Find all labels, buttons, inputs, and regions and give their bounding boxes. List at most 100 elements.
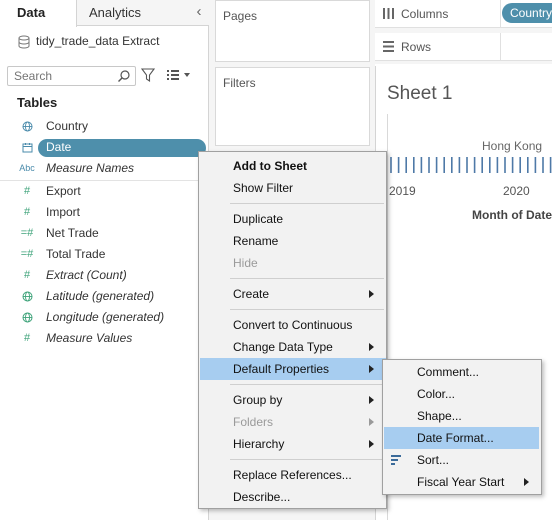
submenu-arrow-icon — [369, 343, 374, 351]
hash-icon: # — [23, 332, 31, 344]
menu-add-to-sheet[interactable]: Add to Sheet — [200, 155, 386, 177]
hash-icon: # — [23, 269, 31, 281]
column-header-hong-kong: Hong Kong — [482, 139, 543, 153]
menu-create[interactable]: Create — [200, 283, 386, 305]
menu-convert-to-continuous[interactable]: Convert to Continuous — [200, 314, 386, 336]
menu-label: Fiscal Year Start — [417, 475, 505, 489]
menu-duplicate[interactable]: Duplicate — [200, 208, 386, 230]
default-properties-submenu: Comment... Color... Shape... Date Format… — [382, 359, 542, 495]
shelf-divider — [500, 33, 501, 61]
field-label: Longitude (generated) — [46, 310, 165, 324]
hash-icon: # — [23, 185, 31, 197]
abc-icon: Abc — [19, 163, 35, 173]
field-country[interactable]: Country — [0, 116, 208, 137]
submenu-fiscal-year-start[interactable]: Fiscal Year Start — [384, 471, 541, 493]
search-field[interactable] — [7, 66, 136, 86]
submenu-comment[interactable]: Comment... — [384, 361, 541, 383]
menu-separator — [230, 203, 384, 204]
field-label: Net Trade — [46, 226, 99, 240]
menu-group-by[interactable]: Group by — [200, 389, 386, 411]
data-pane: Data Analytics ‹ tidy_trade_data Extract… — [0, 0, 209, 520]
columns-icon — [383, 8, 394, 19]
tab-data[interactable]: Data — [0, 0, 77, 27]
columns-country-pill[interactable]: Country — [502, 3, 552, 23]
menu-hierarchy[interactable]: Hierarchy — [200, 433, 386, 455]
field-label: Extract (Count) — [46, 268, 127, 282]
shelf-divider — [500, 0, 501, 28]
data-source-row[interactable]: tidy_trade_data Extract — [18, 32, 159, 50]
database-icon — [18, 35, 30, 49]
submenu-arrow-icon — [524, 478, 529, 486]
menu-separator — [230, 384, 384, 385]
field-label: Measure Values — [46, 331, 133, 345]
submenu-date-format[interactable]: Date Format... — [384, 427, 539, 449]
field-label: Total Trade — [46, 247, 106, 261]
field-longitude[interactable]: Longitude (generated) — [0, 307, 208, 328]
menu-separator — [230, 309, 384, 310]
menu-label: Group by — [233, 393, 283, 407]
submenu-arrow-icon — [369, 396, 374, 404]
pages-card-title: Pages — [223, 9, 258, 23]
submenu-color[interactable]: Color... — [384, 383, 541, 405]
calc-hash-icon: =# — [20, 227, 34, 239]
axis-label-year-left: 2019 — [389, 184, 416, 198]
menu-replace-references[interactable]: Replace References... — [200, 464, 386, 486]
search-input[interactable] — [8, 67, 108, 85]
menu-label: Folders — [233, 415, 274, 429]
pages-card[interactable]: Pages — [215, 0, 370, 62]
menu-change-data-type[interactable]: Change Data Type — [200, 336, 386, 358]
sheet-title[interactable]: Sheet 1 — [387, 83, 453, 105]
submenu-arrow-icon — [369, 440, 374, 448]
menu-default-properties[interactable]: Default Properties — [200, 358, 386, 380]
filters-card[interactable]: Filters — [215, 67, 370, 146]
submenu-sort[interactable]: Sort... — [384, 449, 541, 471]
menu-separator — [230, 278, 384, 279]
field-measure-names[interactable]: Abc Measure Names — [0, 158, 208, 179]
filters-card-title: Filters — [223, 76, 256, 90]
rows-icon — [383, 41, 394, 52]
submenu-arrow-icon — [369, 290, 374, 298]
field-label: Country — [46, 119, 89, 133]
columns-label: Columns — [401, 7, 449, 21]
field-date[interactable]: Date — [0, 137, 208, 158]
axis-label-year-right: 2020 — [503, 184, 530, 198]
field-measure-values[interactable]: # Measure Values — [0, 328, 208, 349]
menu-label: Change Data Type — [233, 340, 333, 354]
field-net-trade[interactable]: =# Net Trade — [0, 223, 208, 244]
submenu-shape[interactable]: Shape... — [384, 405, 541, 427]
menu-label: Create — [233, 287, 270, 301]
sort-icon — [391, 455, 401, 465]
menu-separator — [230, 459, 384, 460]
view-options-icon[interactable] — [166, 69, 192, 81]
collapse-pane-button[interactable]: ‹ — [192, 0, 206, 26]
menu-show-filter[interactable]: Show Filter — [200, 177, 386, 199]
field-context-menu: Add to Sheet Show Filter Duplicate Renam… — [198, 151, 387, 509]
pane-tabbar: Data Analytics ‹ — [0, 0, 209, 27]
menu-label: Default Properties — [233, 362, 330, 376]
menu-hide: Hide — [233, 256, 258, 270]
filter-icon[interactable] — [141, 67, 155, 83]
month-tick-marks — [390, 157, 552, 173]
field-latitude[interactable]: Latitude (generated) — [0, 286, 208, 307]
rows-shelf[interactable]: Rows — [375, 33, 552, 61]
field-label: Export — [46, 184, 81, 198]
axis-title: Month of Date — [472, 208, 552, 222]
menu-label: Sort... — [417, 453, 450, 467]
field-total-trade[interactable]: =# Total Trade — [0, 244, 208, 265]
field-label: Date — [46, 140, 72, 154]
submenu-arrow-icon — [369, 365, 374, 373]
shelf-area: Columns Country Rows — [375, 0, 552, 64]
menu-label: Hierarchy — [233, 437, 285, 451]
field-extract-count[interactable]: # Extract (Count) — [0, 265, 208, 286]
columns-shelf[interactable]: Columns Country — [375, 0, 552, 28]
menu-folders: Folders — [200, 411, 386, 433]
data-source-name: tidy_trade_data Extract — [36, 34, 160, 48]
field-import[interactable]: # Import — [0, 202, 208, 223]
rows-label: Rows — [401, 40, 432, 54]
hash-icon: # — [23, 206, 31, 218]
menu-rename[interactable]: Rename — [200, 230, 386, 252]
tab-analytics[interactable]: Analytics — [89, 0, 141, 26]
tables-heading: Tables — [17, 95, 58, 110]
menu-describe[interactable]: Describe... — [200, 486, 386, 508]
field-export[interactable]: # Export — [0, 181, 208, 202]
